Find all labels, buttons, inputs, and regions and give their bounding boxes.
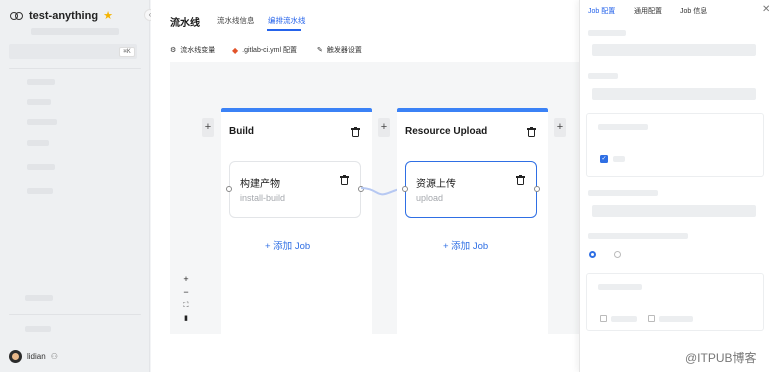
sidebar-item[interactable] — [27, 140, 49, 146]
sidebar-item[interactable] — [27, 79, 55, 85]
stage-column: Resource Upload 资源上传 upload + 添加 Job — [397, 108, 548, 334]
delete-stage-icon[interactable] — [351, 127, 360, 137]
field-label — [588, 190, 658, 196]
field-label — [588, 233, 688, 239]
delete-job-icon[interactable] — [516, 175, 525, 185]
job-name: 构建产物 — [240, 179, 280, 190]
input-field[interactable] — [592, 205, 756, 217]
options-box — [586, 273, 764, 331]
job-name: 资源上传 — [416, 179, 456, 190]
shortcut-badge: ⌘K — [119, 47, 135, 57]
stage-color-bar — [397, 108, 548, 112]
job-script: upload — [416, 193, 444, 203]
option-label — [659, 316, 693, 322]
edit-icon: ✎ — [317, 47, 323, 54]
connector-dot[interactable] — [534, 186, 540, 192]
stage-title: Build — [229, 126, 254, 137]
watermark: @ITPUB博客 — [685, 351, 757, 365]
field-label — [588, 30, 626, 36]
search-box[interactable] — [9, 44, 137, 59]
subtab-label: .gitlab-ci.yml 配置 — [242, 47, 297, 54]
divider — [9, 314, 141, 315]
star-icon[interactable]: ★ — [103, 9, 113, 22]
input-field[interactable] — [592, 44, 756, 56]
connector-dot[interactable] — [226, 186, 232, 192]
job-config-panel: Job 配置 通用配置 Job 信息 ✕ ✓ — [579, 0, 779, 372]
add-job-button[interactable]: + 添加 Job — [443, 238, 488, 252]
delete-stage-icon[interactable] — [527, 127, 536, 137]
zoom-in-icon[interactable]: + — [183, 274, 188, 285]
page-title: 流水线 — [170, 18, 200, 29]
close-icon[interactable]: ✕ — [762, 4, 770, 15]
project-name: test-anything — [29, 9, 99, 22]
option-label — [611, 316, 637, 322]
delete-job-icon[interactable] — [340, 175, 349, 185]
subtab-label: 流水线变量 — [180, 47, 216, 54]
stage-title: Resource Upload — [405, 126, 488, 137]
add-stage-button[interactable]: + — [202, 118, 214, 137]
radio-unselected[interactable] — [614, 251, 621, 258]
radio-selected[interactable] — [589, 251, 596, 258]
skeleton-line — [31, 28, 119, 35]
main-content: 流水线 流水线信息 编排流水线 ⚙ 流水线变量 ◆ .gitlab-ci.yml… — [151, 0, 579, 372]
user-info[interactable]: lidian ⚇ — [9, 350, 58, 363]
tab-edit-pipeline[interactable]: 编排流水线 — [268, 15, 306, 26]
subtab-label: 触发器设置 — [326, 47, 362, 54]
options-box — [586, 113, 764, 177]
checkbox[interactable] — [600, 315, 607, 322]
avatar — [9, 350, 22, 363]
job-card-selected[interactable]: 资源上传 upload — [405, 161, 537, 218]
sidebar-item[interactable] — [25, 295, 53, 301]
option-label — [598, 124, 648, 130]
add-stage-button[interactable]: + — [378, 118, 390, 137]
subtab-variables[interactable]: ⚙ 流水线变量 — [170, 45, 215, 55]
stage-column: Build 构建产物 install-build + 添加 Job — [221, 108, 372, 334]
gitlab-icon: ◆ — [232, 45, 239, 55]
divider — [9, 68, 141, 69]
job-card[interactable]: 构建产物 install-build — [229, 161, 361, 218]
sidebar-item[interactable] — [27, 188, 53, 194]
sidebar-item[interactable] — [27, 119, 57, 125]
tab-job-info[interactable]: Job 信息 — [680, 6, 707, 16]
job-script: install-build — [240, 193, 286, 203]
zoom-controls: + − ⛶ ▮ — [179, 274, 193, 324]
lock-icon[interactable]: ▮ — [184, 313, 188, 324]
field-label — [588, 73, 618, 79]
checkbox-checked[interactable]: ✓ — [600, 155, 608, 163]
active-tab-indicator — [267, 29, 301, 31]
tab-general-config[interactable]: 通用配置 — [634, 6, 662, 16]
sidebar-item[interactable] — [27, 164, 55, 170]
add-job-button[interactable]: + 添加 Job — [265, 238, 310, 252]
tab-job-config[interactable]: Job 配置 — [588, 6, 615, 16]
pipeline-canvas[interactable]: + + + Build 构建产物 install-build + 添加 Job … — [170, 62, 579, 334]
option-label — [598, 284, 642, 290]
sidebar-item[interactable] — [27, 99, 51, 105]
zoom-out-icon[interactable]: − — [183, 287, 188, 298]
username: lidian — [27, 352, 46, 361]
subtab-triggers[interactable]: ✎ 触发器设置 — [317, 45, 362, 55]
settings-icon: ⚙ — [170, 47, 177, 54]
checkbox[interactable] — [648, 315, 655, 322]
sidebar: test-anything ★ ‹ ⌘K lidian ⚇ — [0, 0, 156, 372]
user-icon: ⚇ — [50, 352, 58, 361]
option-label — [613, 156, 625, 162]
add-stage-button[interactable]: + — [554, 118, 566, 137]
connector-dot[interactable] — [402, 186, 408, 192]
fit-view-icon[interactable]: ⛶ — [184, 300, 189, 311]
project-header[interactable]: test-anything ★ — [10, 9, 113, 22]
tab-pipeline-info[interactable]: 流水线信息 — [217, 15, 255, 26]
sidebar-item[interactable] — [25, 326, 51, 332]
select-field[interactable] — [592, 88, 756, 100]
subtab-gitlab-ci[interactable]: ◆ .gitlab-ci.yml 配置 — [232, 45, 297, 55]
logo-icon — [10, 11, 24, 21]
stage-color-bar — [221, 108, 372, 112]
